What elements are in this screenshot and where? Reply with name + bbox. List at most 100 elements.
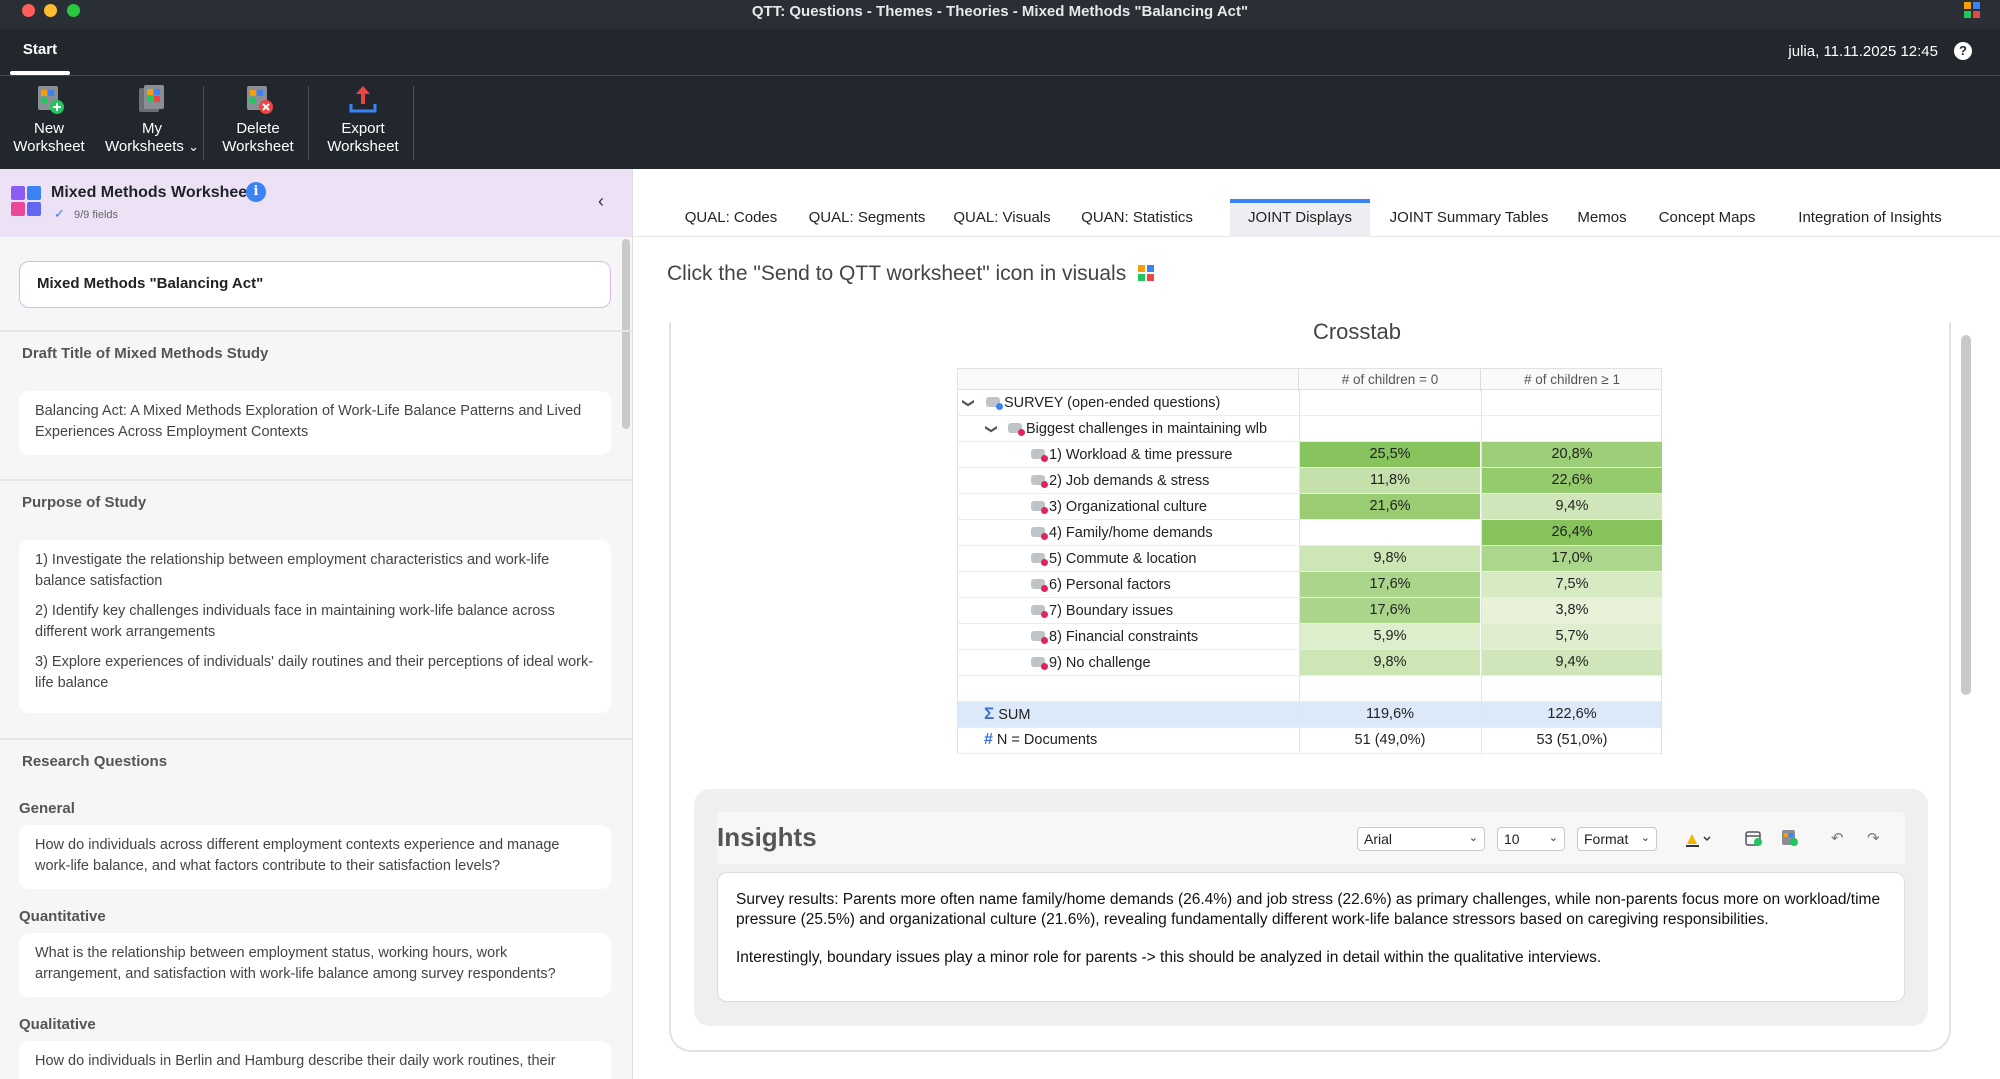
my-worksheets-label-2: Worksheets: [105, 138, 184, 155]
undo-icon[interactable]: ↶: [1831, 829, 1844, 847]
n-value-no-children: 51 (49,0%): [1299, 728, 1480, 753]
font-size-select[interactable]: 10 ⌄: [1497, 827, 1565, 851]
tab-qual-visuals[interactable]: QUAL: Visuals: [950, 199, 1054, 237]
new-worksheet-icon: [38, 86, 64, 114]
cell-no-children: [1299, 520, 1480, 545]
chevron-down-icon: ⌄: [1468, 832, 1478, 844]
send-to-qtt-icon: [1138, 265, 1155, 281]
chevron-down-icon[interactable]: ❯: [962, 398, 976, 408]
export-worksheet-button[interactable]: Export Worksheet: [320, 82, 406, 166]
help-icon[interactable]: ?: [1954, 42, 1972, 60]
new-worksheet-button[interactable]: New Worksheet: [8, 82, 90, 166]
cell-no-children: 9,8%: [1299, 650, 1480, 675]
tab-joint-summary-tables[interactable]: JOINT Summary Tables: [1386, 199, 1552, 237]
my-worksheets-button[interactable]: My Worksheets ⌄: [104, 82, 200, 166]
table-row[interactable]: 6) Personal factors 17,6% 7,5%: [957, 572, 1662, 598]
insert-worksheet-link-icon[interactable]: [1781, 829, 1799, 847]
insights-toolbar: Insights Arial ⌄ 10 ⌄ Format ⌄ ↶ ↷: [717, 812, 1905, 864]
table-row[interactable]: 3) Organizational culture 21,6% 9,4%: [957, 494, 1662, 520]
table-row[interactable]: 7) Boundary issues 17,6% 3,8%: [957, 598, 1662, 624]
quantitative-question-field[interactable]: What is the relationship between employm…: [19, 933, 611, 997]
insert-date-icon[interactable]: [1745, 829, 1763, 847]
export-worksheet-label-1: Export: [341, 120, 385, 137]
tab-qual-segments[interactable]: QUAL: Segments: [804, 199, 930, 237]
cell-children: 17,0%: [1481, 546, 1662, 571]
table-row[interactable]: 1) Workload & time pressure 25,5% 20,8%: [957, 442, 1662, 468]
section-divider: [0, 330, 632, 332]
collapse-panel-button[interactable]: ‹: [598, 191, 604, 212]
table-row[interactable]: 4) Family/home demands 26,4%: [957, 520, 1662, 546]
sum-icon: Σ: [984, 704, 995, 723]
table-row[interactable]: 8) Financial constraints 5,9% 5,7%: [957, 624, 1662, 650]
ribbon-divider: [413, 86, 414, 160]
code-label: 6) Personal factors: [1049, 577, 1171, 593]
info-icon[interactable]: i: [246, 182, 266, 202]
purpose-field[interactable]: 1) Investigate the relationship between …: [19, 540, 611, 713]
tab-concept-maps[interactable]: Concept Maps: [1652, 199, 1762, 237]
export-worksheet-label-2: Worksheet: [327, 138, 399, 155]
cell-children: 7,5%: [1481, 572, 1662, 597]
redo-icon[interactable]: ↷: [1867, 829, 1880, 847]
tab-joint-displays[interactable]: JOINT Displays: [1230, 199, 1370, 237]
tab-integration-of-insights[interactable]: Integration of Insights: [1780, 199, 1960, 237]
code-icon: [1031, 657, 1048, 670]
n-documents-label: N = Documents: [996, 732, 1098, 748]
draft-title-text: Balancing Act: A Mixed Methods Explorati…: [35, 403, 582, 440]
code-icon: [1031, 579, 1048, 592]
insights-editor[interactable]: Survey results: Parents more often name …: [717, 872, 1905, 1002]
format-value: Format: [1584, 831, 1629, 847]
export-icon: [349, 86, 377, 113]
code-icon: [1031, 501, 1048, 514]
chevron-down-icon[interactable]: ❯: [985, 424, 999, 434]
general-question-field[interactable]: How do individuals across different empl…: [19, 825, 611, 889]
delete-worksheet-button[interactable]: Delete Worksheet: [216, 82, 300, 166]
my-worksheets-icon: [139, 85, 164, 112]
tab-qual-codes[interactable]: QUAL: Codes: [676, 199, 786, 237]
draft-title-field[interactable]: Balancing Act: A Mixed Methods Explorati…: [19, 391, 611, 455]
sum-value-children: 122,6%: [1481, 702, 1662, 727]
cell-no-children: 17,6%: [1299, 572, 1480, 597]
code-icon: [1031, 605, 1048, 618]
cell-no-children: 21,6%: [1299, 494, 1480, 519]
font-family-select[interactable]: Arial ⌄: [1357, 827, 1485, 851]
tab-start[interactable]: Start: [10, 41, 70, 75]
purpose-label: Purpose of Study: [22, 494, 147, 511]
left-panel-scrollbar[interactable]: [622, 239, 630, 429]
table-row[interactable]: ❯ Biggest challenges in maintaining wlb: [957, 416, 1662, 442]
crosstab-title: Crosstab: [1312, 319, 1402, 344]
format-select[interactable]: Format ⌄: [1577, 827, 1657, 851]
tab-memos[interactable]: Memos: [1572, 199, 1632, 237]
worksheet-name-field[interactable]: Mixed Methods "Balancing Act": [19, 261, 611, 308]
table-row[interactable]: 9) No challenge 9,8% 9,4%: [957, 650, 1662, 676]
chevron-down-icon[interactable]: ⌄: [188, 139, 199, 154]
font-size-value: 10: [1504, 831, 1520, 847]
ribbon-divider: [308, 86, 309, 160]
table-row-spacer: [957, 676, 1662, 702]
code-label: 2) Job demands & stress: [1049, 473, 1210, 489]
delete-worksheet-label-2: Worksheet: [222, 138, 294, 155]
chevron-down-icon: ⌄: [1548, 832, 1558, 844]
content-scrollbar[interactable]: [1961, 335, 1971, 695]
cell-no-children: 11,8%: [1299, 468, 1480, 493]
chevron-down-icon: ⌄: [1640, 832, 1650, 844]
n-value-children: 53 (51,0%): [1481, 728, 1662, 753]
cell-children: 5,7%: [1481, 624, 1662, 649]
tab-quan-statistics[interactable]: QUAN: Statistics: [1074, 199, 1200, 237]
draft-title-label: Draft Title of Mixed Methods Study: [22, 345, 269, 362]
code-label: 4) Family/home demands: [1049, 525, 1213, 541]
table-row[interactable]: ❯ SURVEY (open-ended questions): [957, 390, 1662, 416]
cell-children: 26,4%: [1481, 520, 1662, 545]
worksheet-panel-title: Mixed Methods Worksheet: [51, 184, 253, 201]
qualitative-question-text: How do individuals in Berlin and Hamburg…: [35, 1053, 556, 1069]
table-row[interactable]: 2) Job demands & stress 11,8% 22,6%: [957, 468, 1662, 494]
qualitative-question-field[interactable]: How do individuals in Berlin and Hamburg…: [19, 1041, 611, 1079]
general-question-text: How do individuals across different empl…: [35, 837, 560, 874]
insights-title: Insights: [717, 822, 817, 852]
table-row-sum: Σ SUM 119,6% 122,6%: [957, 702, 1662, 728]
purpose-item-2: 2) Identify key challenges individuals f…: [35, 603, 555, 640]
quantitative-question-text: What is the relationship between employm…: [35, 945, 556, 982]
highlight-color-icon[interactable]: [1684, 830, 1712, 848]
new-worksheet-label-1: New: [33, 120, 64, 137]
table-row[interactable]: 5) Commute & location 9,8% 17,0%: [957, 546, 1662, 572]
sum-label: SUM: [998, 707, 1031, 723]
